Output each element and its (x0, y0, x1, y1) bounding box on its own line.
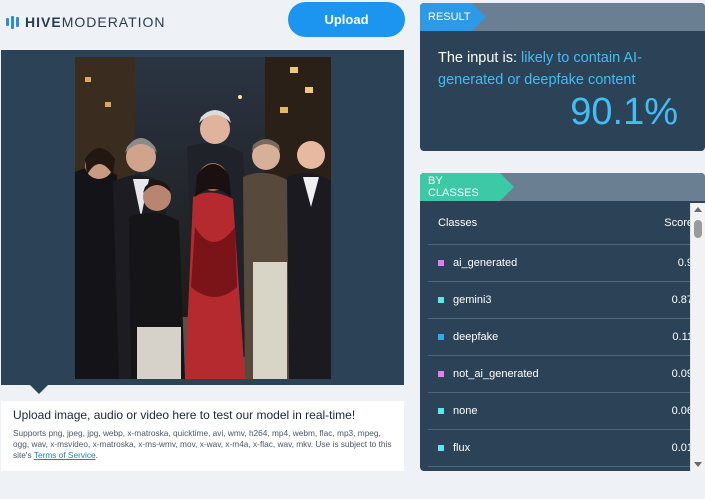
classes-table-header: Classes Score (428, 201, 701, 245)
class-name-cell: deepfake (438, 331, 498, 343)
result-tab: RESULT (420, 3, 486, 31)
class-name: none (453, 405, 478, 417)
class-name-cell: none (438, 405, 477, 417)
result-tab-bar: RESULT (420, 3, 705, 31)
header-score: Score (664, 216, 693, 229)
class-name-cell: flux (438, 442, 470, 454)
class-name: not_ai_generated (453, 368, 539, 380)
supported-formats: Supports png, jpeg, jpg, webp, x-matrosk… (13, 428, 392, 461)
brand-bold: HIVE (25, 14, 62, 30)
terms-suffix: . (95, 450, 98, 460)
class-row: not_ai_generated 0.09 (428, 356, 701, 393)
class-row: gemini3 0.87 (428, 282, 701, 319)
class-name-cell: gemini3 (438, 294, 492, 306)
class-name-cell: ai_generated (438, 257, 517, 269)
class-row: deepfake 0.11 (428, 319, 701, 356)
classes-scrollbar[interactable] (690, 203, 705, 471)
result-panel: RESULT The input is: likely to contain A… (420, 3, 705, 151)
upload-headline: Upload image, audio or video here to tes… (13, 408, 356, 422)
hive-bars-logo-icon (6, 15, 19, 29)
class-color-swatch (438, 408, 444, 414)
header-classes: Classes (438, 216, 478, 229)
result-prefix: The input is: (438, 50, 522, 66)
class-color-swatch (438, 445, 444, 451)
class-row: ai_generated 0.9 (428, 245, 701, 282)
result-verdict: The input is: likely to contain AI-gener… (438, 47, 688, 91)
hive-moderation-logo[interactable]: HIVEMODERATION (6, 14, 166, 30)
uploaded-photo (75, 57, 331, 379)
classes-tab-bar: BY CLASSES (420, 173, 705, 201)
scroll-up-arrow-icon[interactable] (694, 207, 702, 212)
class-name: ai_generated (453, 257, 518, 269)
classes-tab: BY CLASSES (420, 173, 514, 201)
result-percentage: 90.1% (570, 91, 678, 133)
class-rows: ai_generated 0.9 gemini3 0.87 deepfake 0.11 no… (428, 245, 701, 467)
class-color-swatch (438, 297, 444, 303)
class-name: flux (453, 442, 471, 454)
classes-table[interactable]: Classes Score ai_generated 0.9 gemini3 0.87… (428, 201, 701, 467)
upload-info-box: Upload image, audio or video here to tes… (1, 401, 404, 471)
class-name: deepfake (453, 331, 499, 343)
class-row: none 0.06 (428, 393, 701, 430)
class-color-swatch (438, 371, 444, 377)
scroll-down-arrow-icon[interactable] (694, 462, 702, 467)
brand-rest: MODERATION (61, 14, 166, 30)
photo-illustration (75, 57, 331, 379)
class-name-cell: not_ai_generated (438, 368, 539, 380)
classes-panel: BY CLASSES Classes Score ai_generated 0.9… (420, 173, 705, 471)
class-color-swatch (438, 260, 444, 266)
media-preview-panel[interactable] (1, 50, 404, 385)
class-color-swatch (438, 334, 444, 340)
upload-button[interactable]: Upload (288, 2, 405, 37)
class-name: gemini3 (453, 294, 492, 306)
scroll-thumb[interactable] (694, 220, 702, 238)
class-row: flux 0.01 (428, 430, 701, 467)
terms-of-service-link[interactable]: Terms of Service (34, 450, 96, 460)
preview-pointer (30, 385, 48, 394)
